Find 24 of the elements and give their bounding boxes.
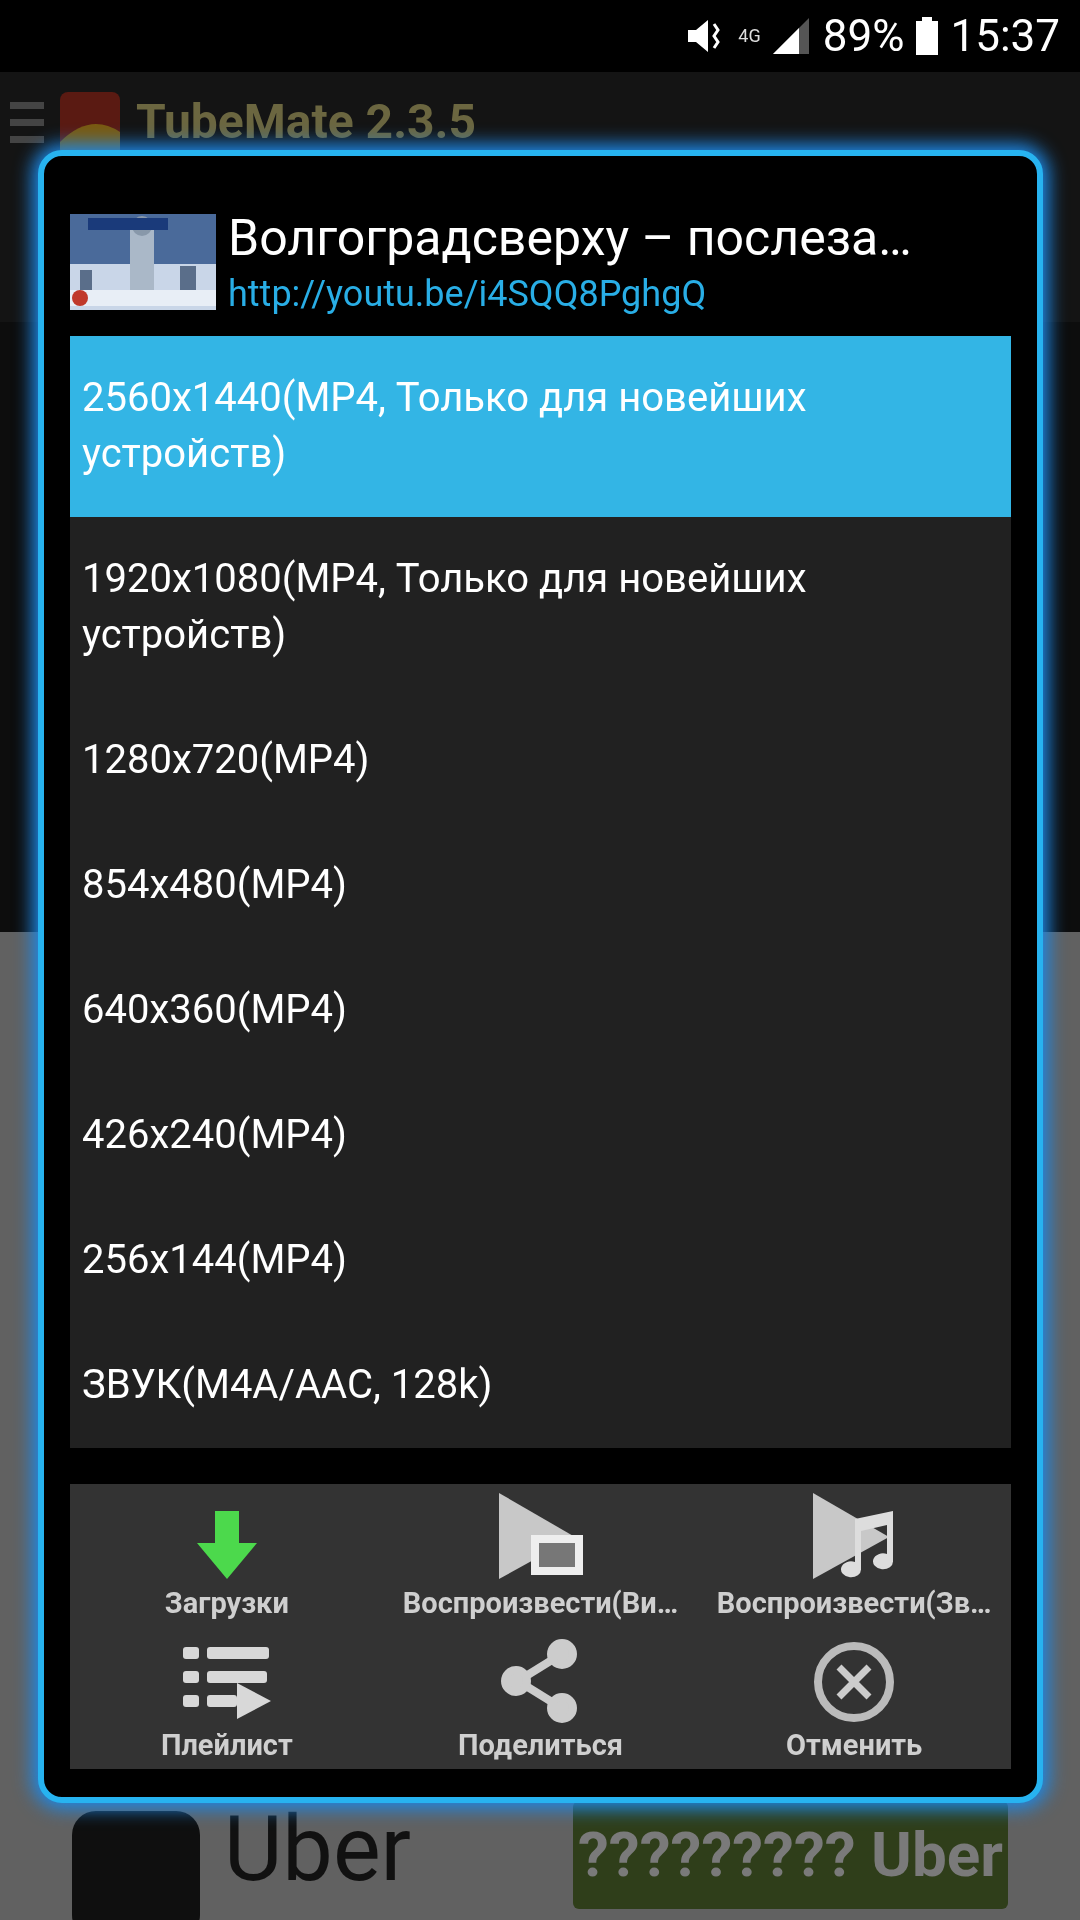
action-label: Загрузки — [164, 1584, 289, 1621]
signal-icon — [772, 18, 811, 54]
action-label: Воспроизвести(Ви… — [402, 1584, 679, 1621]
uber-logo-icon — [72, 1811, 200, 1920]
action-label: Поделиться — [458, 1727, 623, 1763]
action-label: Воспроизвести(Зв… — [716, 1584, 992, 1621]
download-arrow-icon — [194, 1508, 259, 1581]
action-label: Плейлист — [160, 1727, 293, 1763]
battery-icon — [916, 17, 939, 55]
video-url[interactable]: http://youtu.be/i4SQQ8PghgQ — [228, 270, 912, 318]
video-title: Волгоградсверху – послеза… — [228, 208, 912, 269]
ad-brand: Uber — [224, 1805, 412, 1895]
battery-level: 89% — [822, 9, 905, 64]
action-button[interactable]: Отменить — [697, 1626, 1011, 1769]
action-button[interactable]: Воспроизвести(Ви… — [383, 1484, 698, 1627]
action-button[interactable]: Поделиться — [383, 1626, 698, 1769]
clock: 15:37 — [950, 9, 1060, 64]
action-button[interactable]: Воспроизвести(Зв… — [697, 1484, 1011, 1627]
action-button[interactable]: Загрузки — [70, 1484, 384, 1627]
network-type: 4G — [738, 27, 761, 45]
cancel-icon — [813, 1641, 896, 1723]
action-button[interactable]: Плейлист — [70, 1626, 384, 1769]
app-title: TubeMate 2.3.5 — [136, 98, 477, 146]
action-label: Отменить — [786, 1727, 923, 1763]
